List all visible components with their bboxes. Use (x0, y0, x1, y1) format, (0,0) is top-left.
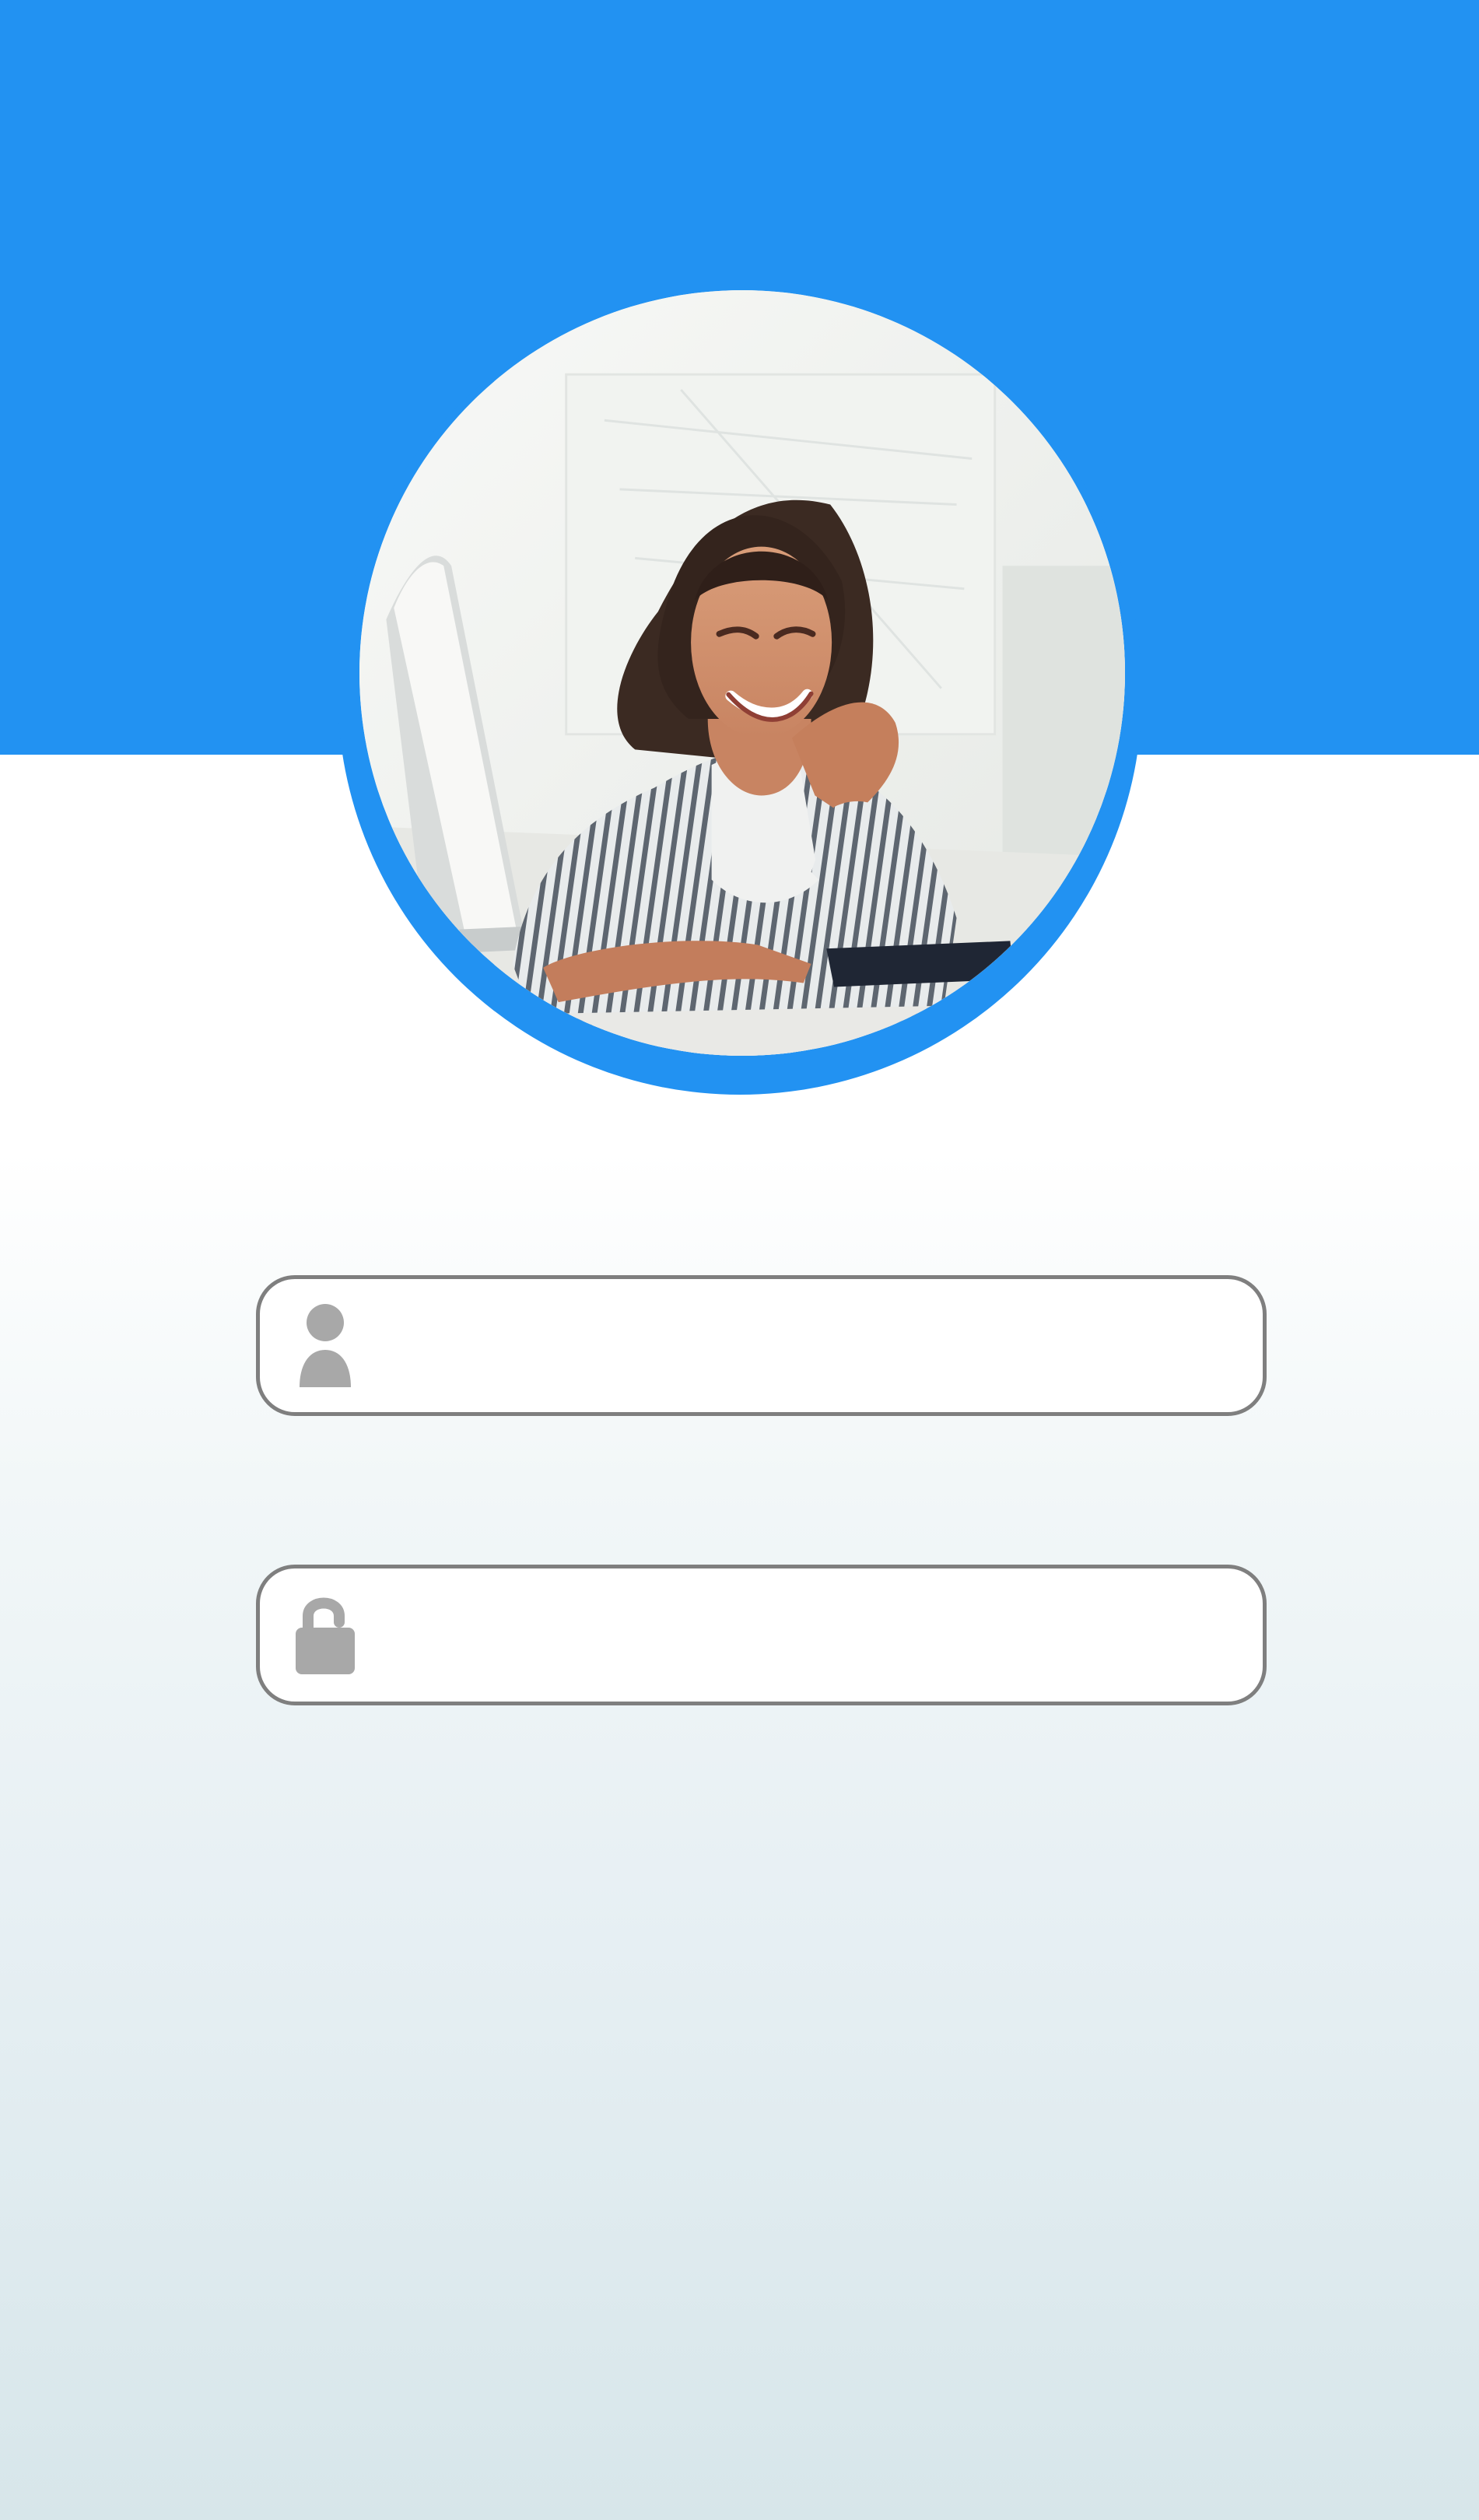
profile-avatar[interactable] (359, 290, 1125, 1056)
username-field[interactable] (256, 1275, 1267, 1416)
password-input[interactable] (391, 1595, 1228, 1675)
lock-icon (294, 1593, 356, 1678)
password-field[interactable] (256, 1565, 1267, 1705)
avatar-photo (359, 290, 1125, 1056)
username-input[interactable] (391, 1306, 1228, 1386)
user-icon (294, 1303, 356, 1389)
